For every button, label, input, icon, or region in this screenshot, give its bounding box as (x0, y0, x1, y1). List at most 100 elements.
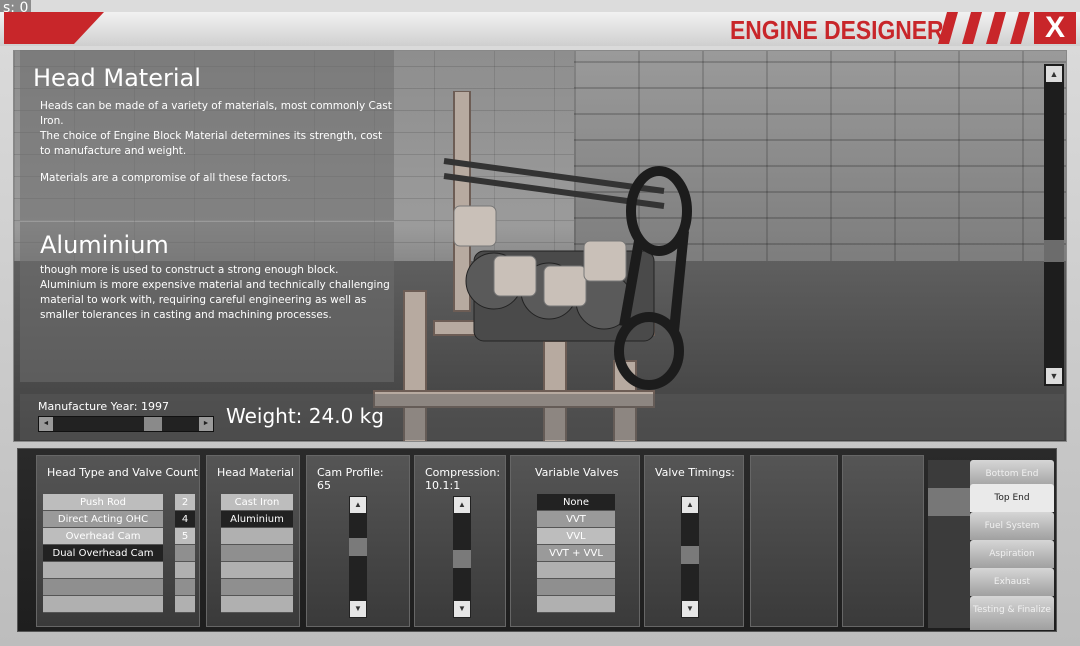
info-line (40, 159, 392, 171)
list-item (175, 545, 195, 562)
list-item (537, 579, 615, 596)
list-item[interactable]: 5 (175, 528, 195, 545)
head-material-title: Head Material (217, 466, 294, 479)
list-item (175, 579, 195, 596)
tab-testing-finalize[interactable]: Testing & Finalize (970, 596, 1054, 630)
cam-profile-slider[interactable]: ▲ ▼ (349, 496, 367, 618)
list-item (175, 562, 195, 579)
variable-valves-title: Variable Valves (535, 466, 619, 479)
info-heading: Head Material (33, 64, 201, 92)
list-item (43, 562, 163, 579)
list-item (43, 579, 163, 596)
tab-side (928, 460, 970, 488)
slider-up-icon[interactable]: ▲ (454, 497, 470, 513)
head-material-list[interactable]: Cast Iron Aluminium (221, 494, 293, 613)
material-line: material to work with, requiring careful… (40, 294, 367, 306)
list-item[interactable]: Direct Acting OHC (43, 511, 163, 528)
empty-column (750, 455, 838, 627)
slider-up-icon[interactable]: ▲ (682, 497, 698, 513)
tab-exhaust[interactable]: Exhaust (970, 568, 1054, 596)
list-item (221, 579, 293, 596)
app-window: s: 0 ENGINE DESIGNER X Head Material Hea… (0, 0, 1080, 646)
list-item[interactable]: Cast Iron (221, 494, 293, 511)
list-item (43, 596, 163, 613)
list-item (221, 545, 293, 562)
tab-side (928, 488, 970, 516)
slider-thumb[interactable] (681, 546, 699, 564)
manufacture-year-label: Manufacture Year: 1997 (38, 400, 169, 413)
tab-side (928, 600, 970, 628)
list-item (537, 562, 615, 579)
material-line: smaller tolerances in casting and machin… (40, 309, 332, 321)
slider-down-icon[interactable]: ▼ (350, 601, 366, 617)
info-line: Heads can be made of a variety of materi… (40, 100, 392, 112)
variable-valves-column: Variable Valves None VVT VVL VVT + VVL (510, 455, 640, 627)
list-item (175, 596, 195, 613)
head-material-column: Head Material Cast Iron Aluminium (206, 455, 300, 627)
head-type-title: Head Type and Valve Count (47, 466, 199, 479)
cam-profile-title: Cam Profile: 65 (317, 466, 384, 492)
slider-down-icon[interactable]: ▼ (454, 601, 470, 617)
compression-slider[interactable]: ▲ ▼ (453, 496, 471, 618)
list-item (221, 562, 293, 579)
compression-label: Compression: (425, 466, 501, 479)
manufacture-year-slider[interactable]: ◄ ► (38, 416, 214, 432)
list-item[interactable]: VVT (537, 511, 615, 528)
tab-side (928, 544, 970, 572)
tab-side (928, 516, 970, 544)
list-item (221, 596, 293, 613)
tab-fuel-system[interactable]: Fuel System (970, 512, 1054, 540)
valve-timings-slider[interactable]: ▲ ▼ (681, 496, 699, 618)
slider-up-icon[interactable]: ▲ (350, 497, 366, 513)
info-scrollbar[interactable]: ▲ ▼ (1044, 64, 1064, 386)
list-item[interactable]: VVT + VVL (537, 545, 615, 562)
info-line: The choice of Engine Block Material dete… (40, 130, 383, 142)
list-item[interactable]: 4 (175, 511, 195, 528)
slider-right-icon[interactable]: ► (199, 417, 213, 431)
list-item[interactable]: VVL (537, 528, 615, 545)
slider-thumb[interactable] (453, 550, 471, 568)
list-item[interactable]: 2 (175, 494, 195, 511)
weight-readout: Weight: 24.0 kg (226, 404, 384, 428)
cam-profile-label: Cam Profile: (317, 466, 384, 479)
cam-profile-value: 65 (317, 479, 331, 492)
list-item (537, 596, 615, 613)
slider-left-icon[interactable]: ◄ (39, 417, 53, 431)
head-type-column: Head Type and Valve Count Push Rod Direc… (36, 455, 200, 627)
list-item (221, 528, 293, 545)
compression-value: 10.1:1 (425, 479, 461, 492)
scroll-up-icon[interactable]: ▲ (1046, 66, 1062, 82)
material-line: though more is used to construct a stron… (40, 264, 339, 276)
info-line: to manufacture and weight. (40, 145, 187, 157)
list-item[interactable]: Overhead Cam (43, 528, 163, 545)
list-item[interactable]: None (537, 494, 615, 511)
variable-valves-list[interactable]: None VVT VVL VVT + VVL (537, 494, 615, 613)
compression-column: Compression: 10.1:1 ▲ ▼ (414, 455, 506, 627)
cam-profile-column: Cam Profile: 65 ▲ ▼ (306, 455, 410, 627)
valve-count-list[interactable]: 2 4 5 (175, 494, 195, 613)
material-heading: Aluminium (40, 231, 169, 259)
slider-thumb[interactable] (349, 538, 367, 556)
scroll-thumb[interactable] (1044, 240, 1064, 262)
tab-aspiration[interactable]: Aspiration (970, 540, 1054, 568)
designer-controls: Head Type and Valve Count Push Rod Direc… (17, 448, 1057, 632)
compression-title: Compression: 10.1:1 (425, 466, 500, 492)
app-title: ENGINE DESIGNER (730, 15, 944, 45)
close-button[interactable]: X (1034, 12, 1076, 44)
list-item[interactable]: Aluminium (221, 511, 293, 528)
material-text: though more is used to construct a stron… (40, 263, 390, 323)
slider-down-icon[interactable]: ▼ (682, 601, 698, 617)
tab-top-end[interactable]: Top End (970, 484, 1054, 512)
head-type-list[interactable]: Push Rod Direct Acting OHC Overhead Cam … (43, 494, 163, 613)
material-line: Aluminium is more expensive material and… (40, 279, 390, 291)
list-item[interactable]: Dual Overhead Cam (43, 545, 163, 562)
info-line: Iron. (40, 115, 64, 127)
info-text: Heads can be made of a variety of materi… (40, 99, 392, 186)
list-item[interactable]: Push Rod (43, 494, 163, 511)
slider-thumb[interactable] (144, 417, 162, 431)
info-line: Materials are a compromise of all these … (40, 172, 291, 184)
empty-column (842, 455, 924, 627)
valve-timings-column: Valve Timings: ▲ ▼ (644, 455, 744, 627)
scroll-down-icon[interactable]: ▼ (1046, 368, 1062, 384)
valve-timings-title: Valve Timings: (655, 466, 735, 479)
